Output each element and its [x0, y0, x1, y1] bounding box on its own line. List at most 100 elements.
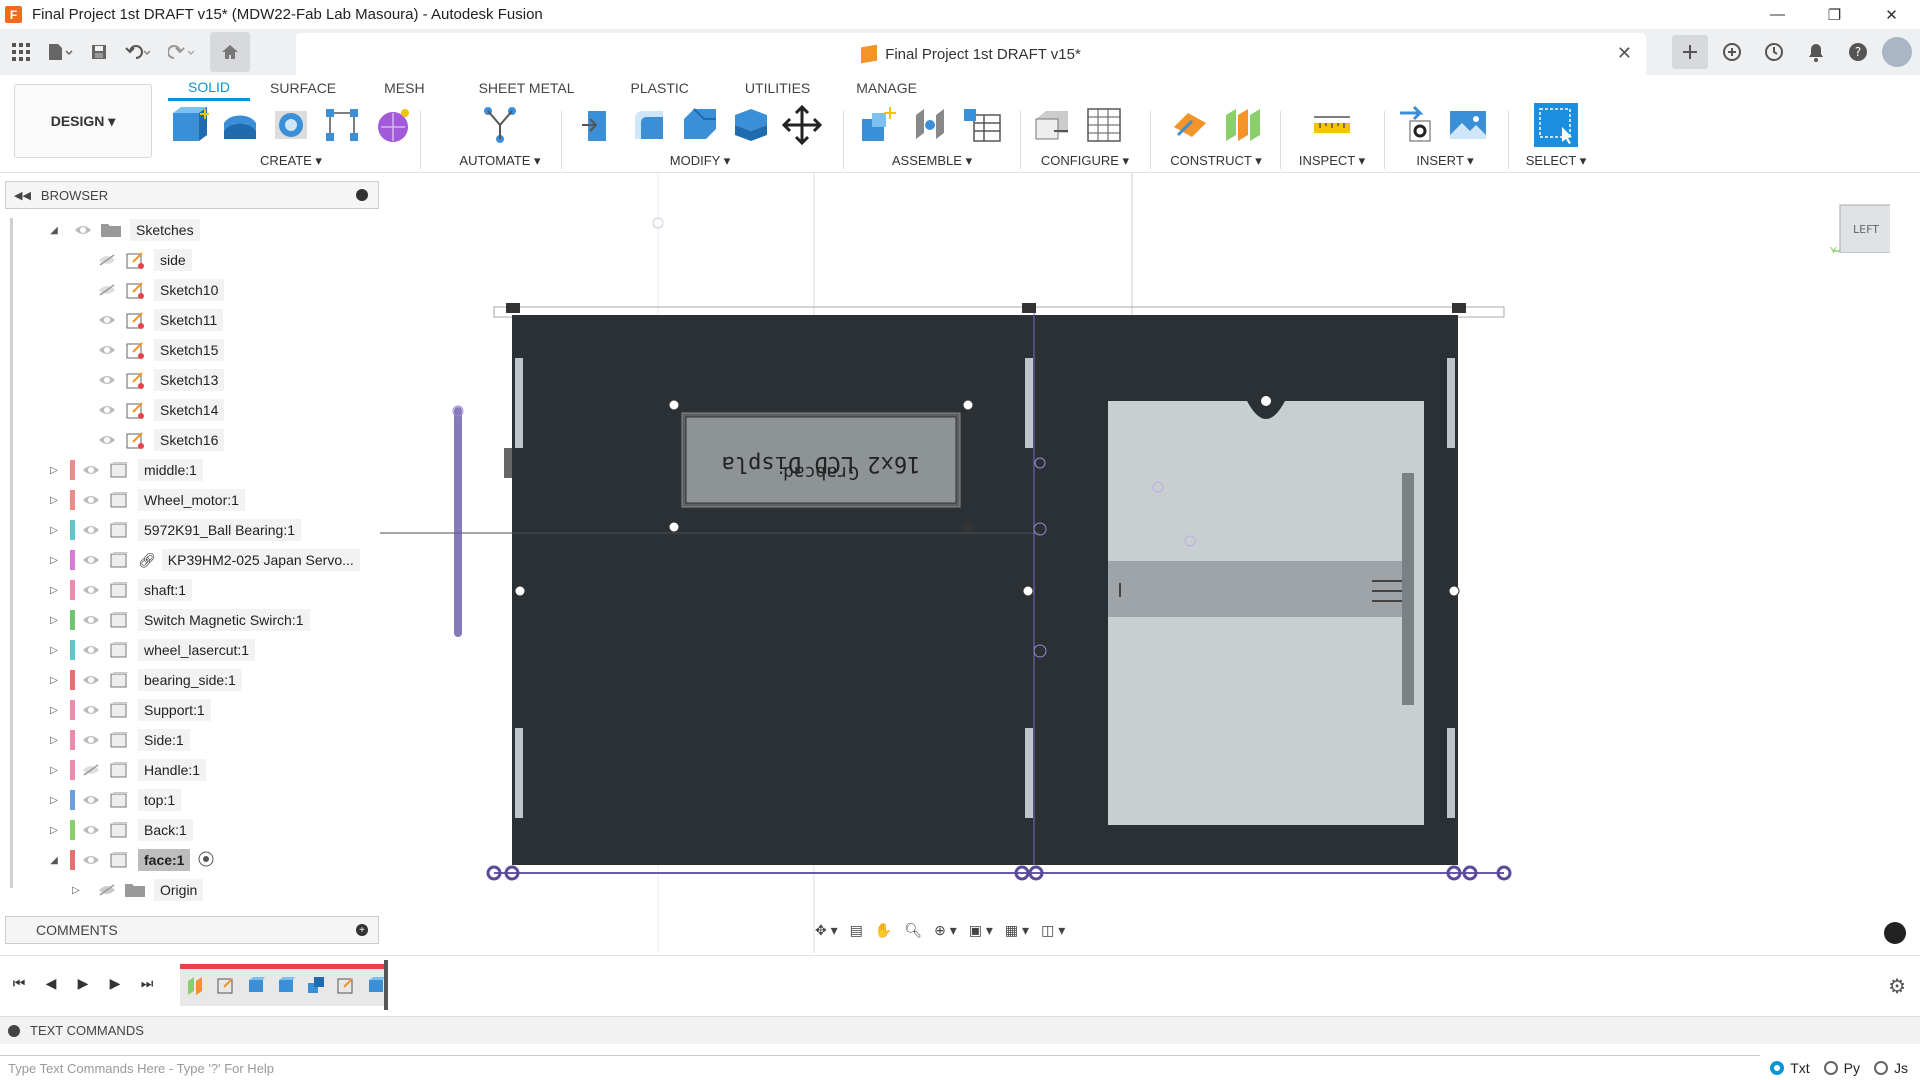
- visibility-eye-icon[interactable]: [80, 549, 102, 571]
- workspace-switcher-button[interactable]: DESIGN ▾: [14, 84, 152, 158]
- timeline-combine-icon[interactable]: [304, 974, 328, 996]
- tree-sketch-item[interactable]: Sketch14: [96, 397, 225, 423]
- tab-solid[interactable]: SOLID: [168, 75, 251, 101]
- collapse-panel-icon[interactable]: ◀◀: [14, 189, 31, 202]
- file-menu-icon[interactable]: [38, 35, 82, 69]
- tree-sketch-item[interactable]: side: [96, 247, 192, 273]
- inspect-group-label[interactable]: INSPECT ▾: [1290, 153, 1374, 169]
- viewport-canvas[interactable]: 16x2 LCD Displa Grabcad Y LEFT: [374, 173, 1920, 953]
- home-icon[interactable]: [210, 32, 250, 72]
- tab-manage[interactable]: MANAGE: [836, 75, 937, 101]
- insert-group-label[interactable]: INSERT ▾: [1394, 153, 1496, 169]
- tree-component-item[interactable]: ▷ Handle:1: [46, 757, 207, 783]
- pan-hand-icon[interactable]: ✋: [872, 918, 895, 942]
- tree-sketch-item[interactable]: Sketch15: [96, 337, 225, 363]
- visibility-eye-icon[interactable]: [80, 609, 102, 631]
- timeline-marker[interactable]: [384, 960, 388, 1010]
- tree-folder-origin[interactable]: ▷ Origin: [68, 877, 204, 903]
- data-panel-grid-icon[interactable]: [4, 35, 38, 69]
- visibility-eye-icon[interactable]: [80, 519, 102, 541]
- timeline-extrude-icon[interactable]: [274, 974, 298, 996]
- timeline-settings-gear-icon[interactable]: ⚙: [1888, 974, 1906, 999]
- visibility-eye-icon[interactable]: [80, 789, 102, 811]
- tree-folder-sketches[interactable]: ◢ Sketches: [46, 217, 200, 243]
- joint-icon[interactable]: [908, 103, 952, 147]
- tree-component-item[interactable]: ▷ Side:1: [46, 727, 190, 753]
- revolve-icon[interactable]: [270, 103, 313, 147]
- collapsed-triangle-icon[interactable]: ▷: [46, 705, 62, 716]
- timeline-midplane-icon[interactable]: [184, 974, 208, 996]
- timeline-extrude-icon[interactable]: [244, 974, 268, 996]
- tree-sketch-item[interactable]: Sketch11: [96, 307, 224, 333]
- grid-settings-icon[interactable]: ▦ ▾: [1002, 918, 1032, 942]
- tree-component-item[interactable]: ▷ top:1: [46, 787, 182, 813]
- document-tab[interactable]: Final Project 1st DRAFT v15* ✕: [296, 33, 1646, 75]
- display-settings-icon[interactable]: ▣ ▾: [966, 918, 996, 942]
- orbit-icon[interactable]: ✥ ▾: [812, 918, 841, 942]
- collapsed-triangle-icon[interactable]: ▷: [46, 615, 62, 626]
- tree-component-item[interactable]: ▷ shaft:1: [46, 577, 193, 603]
- assemble-group-label[interactable]: ASSEMBLE ▾: [856, 153, 1008, 169]
- configure-group-label[interactable]: CONFIGURE ▾: [1030, 153, 1140, 169]
- collapsed-triangle-icon[interactable]: ▷: [46, 735, 62, 746]
- tree-component-item[interactable]: ▷ Wheel_motor:1: [46, 487, 245, 513]
- visibility-eye-icon[interactable]: [80, 669, 102, 691]
- visibility-eye-icon[interactable]: [80, 639, 102, 661]
- hidden-eye-icon[interactable]: [96, 279, 118, 301]
- midplane-icon[interactable]: [1220, 103, 1264, 147]
- tab-sheet-metal[interactable]: SHEET METAL: [453, 75, 601, 101]
- fillet-icon[interactable]: [627, 103, 670, 147]
- insert-canvas-icon[interactable]: [1446, 103, 1490, 147]
- model-view[interactable]: 16x2 LCD Displa Grabcad: [374, 173, 1920, 953]
- tree-component-item[interactable]: ◢ face:1: [46, 847, 214, 873]
- tree-component-item[interactable]: ▷ Support:1: [46, 697, 211, 723]
- zoom-icon[interactable]: 🔍︎: [901, 918, 925, 942]
- tree-component-item[interactable]: ▷ middle:1: [46, 457, 203, 483]
- look-at-icon[interactable]: ▤: [847, 918, 866, 942]
- pattern-icon[interactable]: [320, 103, 363, 147]
- visibility-eye-icon[interactable]: [72, 219, 94, 241]
- select-group-label[interactable]: SELECT ▾: [1516, 153, 1596, 169]
- close-window-button[interactable]: ✕: [1863, 0, 1920, 29]
- tab-plastic[interactable]: PLASTIC: [601, 75, 719, 101]
- measure-icon[interactable]: [1310, 103, 1354, 147]
- collapsed-triangle-icon[interactable]: ▷: [68, 885, 84, 896]
- browser-scrollbar[interactable]: [10, 218, 13, 888]
- job-status-icon[interactable]: [1756, 35, 1792, 69]
- new-component-assemble-icon[interactable]: [856, 103, 900, 147]
- timeline-sketch-icon[interactable]: [214, 974, 238, 996]
- automate-icon[interactable]: [478, 103, 522, 147]
- mode-txt-radio[interactable]: Txt: [1770, 1060, 1810, 1076]
- step-back-icon[interactable]: ◀: [40, 972, 62, 994]
- tab-surface[interactable]: SURFACE: [250, 75, 356, 101]
- move-copy-icon[interactable]: [781, 103, 824, 147]
- add-comment-icon[interactable]: +: [356, 924, 368, 936]
- timeline-sketch-icon[interactable]: [334, 974, 358, 996]
- mode-js-radio[interactable]: Js: [1874, 1060, 1908, 1076]
- automate-group-label[interactable]: AUTOMATE ▾: [444, 153, 556, 169]
- comments-panel[interactable]: COMMENTS +: [5, 916, 379, 944]
- new-tab-plus-icon[interactable]: [1672, 35, 1708, 69]
- collapsed-triangle-icon[interactable]: ▷: [46, 675, 62, 686]
- viewports-icon[interactable]: ◫ ▾: [1038, 918, 1068, 942]
- collapsed-triangle-icon[interactable]: ▷: [46, 825, 62, 836]
- new-component-icon[interactable]: [168, 103, 211, 147]
- create-group-label[interactable]: CREATE ▾: [168, 153, 414, 169]
- press-pull-icon[interactable]: [576, 103, 619, 147]
- view-cube[interactable]: Z Y LEFT: [1830, 193, 1890, 253]
- notifications-bell-icon[interactable]: [1798, 35, 1834, 69]
- hidden-eye-icon[interactable]: [80, 759, 102, 781]
- visibility-eye-icon[interactable]: [80, 729, 102, 751]
- help-icon[interactable]: ?: [1840, 35, 1876, 69]
- tab-mesh[interactable]: MESH: [356, 75, 452, 101]
- tree-component-item[interactable]: ▷ Back:1: [46, 817, 193, 843]
- visibility-eye-icon[interactable]: [96, 369, 118, 391]
- visibility-eye-icon[interactable]: [80, 819, 102, 841]
- visibility-eye-icon[interactable]: [80, 579, 102, 601]
- tree-sketch-item[interactable]: Sketch13: [96, 367, 225, 393]
- play-icon[interactable]: ▶: [72, 972, 94, 994]
- configure-table-icon[interactable]: [1030, 103, 1074, 147]
- visibility-eye-icon[interactable]: [96, 309, 118, 331]
- activate-radio-icon[interactable]: [198, 851, 214, 870]
- measure-corner-icon[interactable]: [1884, 922, 1906, 944]
